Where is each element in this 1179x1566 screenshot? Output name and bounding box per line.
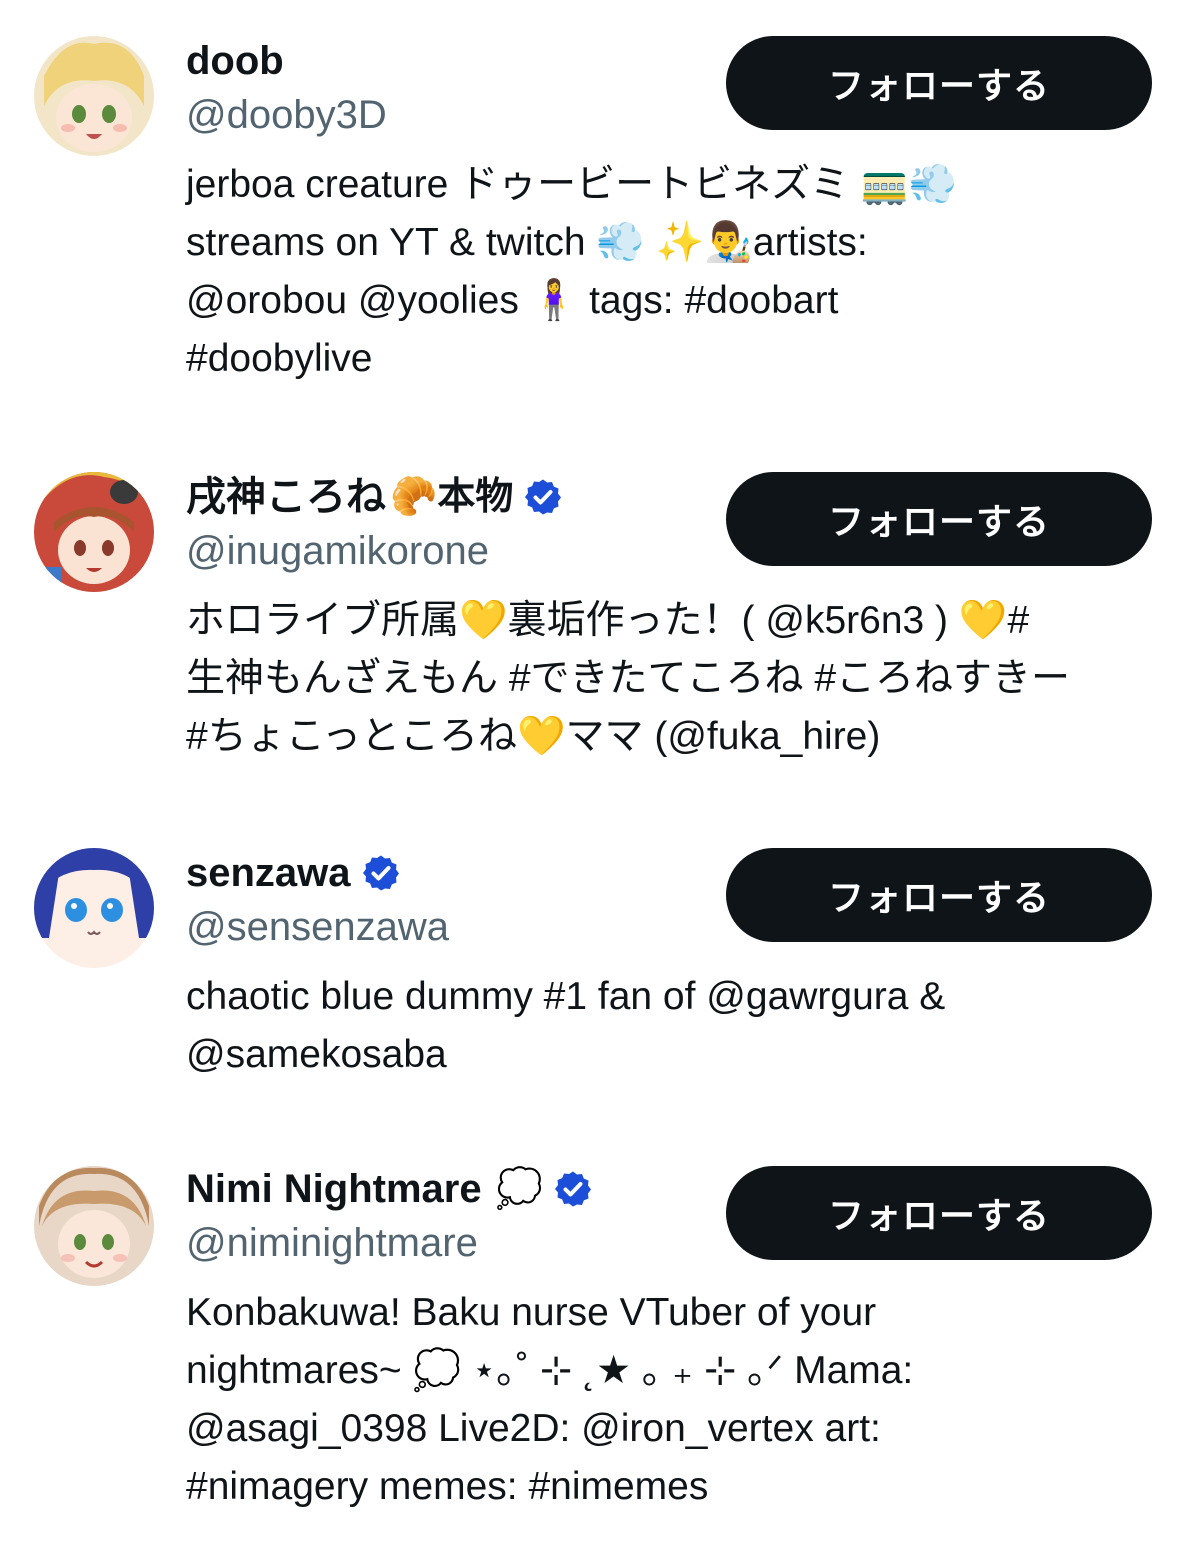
avatar[interactable] — [34, 1166, 154, 1286]
avatar-image — [34, 472, 154, 592]
user-list: doob @dooby3D jerboa creature ドゥービートビネズミ… — [0, 0, 1179, 1566]
display-name-suffix[interactable]: 🥐本物 — [390, 472, 513, 522]
user-bio: jerboa creature ドゥービートビネズミ 🚃💨 streams on… — [186, 163, 958, 380]
verified-badge-icon — [525, 479, 562, 515]
follow-button[interactable]: フォローする — [726, 472, 1152, 566]
verified-badge-icon — [554, 1171, 591, 1207]
avatar-image — [34, 1166, 154, 1286]
user-bio: chaotic blue dummy #1 fan of @gawrgura &… — [186, 975, 946, 1076]
display-name[interactable]: senzawa — [186, 848, 351, 898]
avatar[interactable] — [34, 36, 154, 156]
display-name[interactable]: Nimi Nightmare — [186, 1164, 482, 1214]
avatar[interactable] — [34, 848, 154, 968]
follow-button[interactable]: フォローする — [726, 848, 1152, 942]
follow-button[interactable]: フォローする — [726, 1166, 1152, 1260]
user-bio: ホロライブ所属💛裏垢作った！( @k5r6n3 ) 💛# 生神もんざえもん #で… — [186, 599, 1071, 758]
user-bio: Konbakuwa! Baku nurse VTuber of your nig… — [186, 1291, 914, 1508]
display-name[interactable]: doob — [186, 36, 284, 86]
display-name[interactable]: 戌神ころね — [186, 472, 386, 522]
avatar-image — [34, 36, 154, 156]
verified-badge-icon — [362, 855, 399, 891]
avatar-image — [34, 848, 154, 968]
avatar[interactable] — [34, 472, 154, 592]
follow-button[interactable]: フォローする — [726, 36, 1152, 130]
display-name-suffix[interactable]: 💭 — [496, 1164, 543, 1214]
